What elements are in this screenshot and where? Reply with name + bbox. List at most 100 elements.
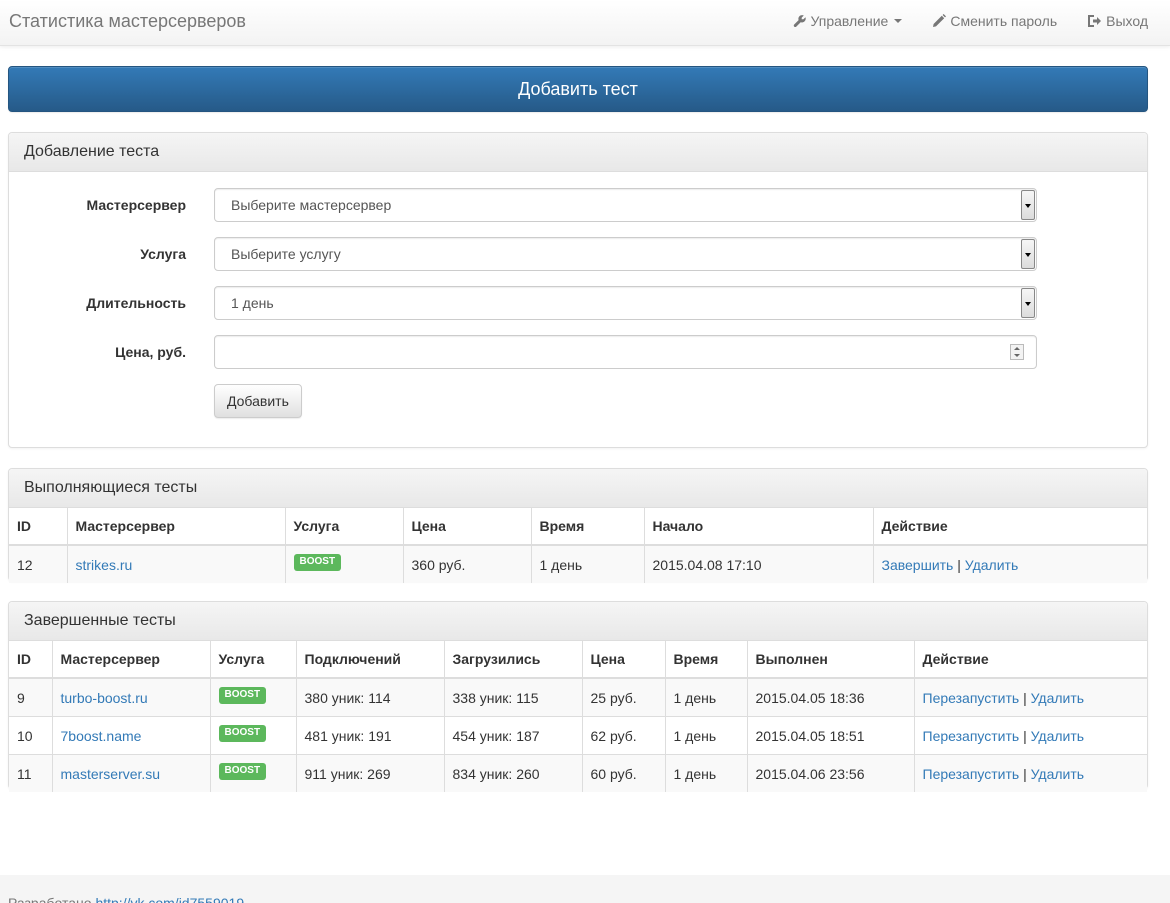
price-row: Цена, руб. <box>9 335 1149 369</box>
cell-actions: Перезапустить | Удалить <box>914 716 1147 755</box>
service-select[interactable]: Выберите услугу <box>214 237 1037 271</box>
column-header: Услуга <box>285 508 404 546</box>
cell-id: 10 <box>9 716 53 755</box>
service-badge: BOOST <box>293 553 342 571</box>
table-header-row: ID Мастерсервер Услуга Подключений Загру… <box>9 641 1147 679</box>
cell-id: 11 <box>9 754 53 792</box>
logout-icon <box>1088 15 1102 27</box>
cell-time: 1 день <box>665 716 748 755</box>
restart-link[interactable]: Перезапустить <box>923 728 1020 744</box>
cell-loaded: 454 уник: 187 <box>444 716 583 755</box>
price-input[interactable] <box>214 335 1037 369</box>
table-row: 11 masterserver.su BOOST 911 уник: 269 8… <box>9 754 1147 792</box>
column-header: ID <box>9 641 53 679</box>
cell-service: BOOST <box>210 677 297 717</box>
server-link[interactable]: strikes.ru <box>76 557 133 573</box>
server-link[interactable]: 7boost.name <box>61 728 142 744</box>
cell-id: 12 <box>9 544 68 583</box>
cell-actions: Перезапустить | Удалить <box>914 754 1147 792</box>
cell-service: BOOST <box>285 544 404 583</box>
column-header: Действие <box>914 641 1147 679</box>
logout-link[interactable]: Выход <box>1087 13 1148 29</box>
select-arrow-icon <box>1021 239 1035 269</box>
cell-connections: 380 уник: 114 <box>296 677 445 717</box>
running-tests-table: ID Мастерсервер Услуга Цена Время Начало… <box>9 508 1147 583</box>
service-label: Услуга <box>140 246 186 262</box>
pencil-icon <box>933 14 947 27</box>
cell-price: 62 руб. <box>582 716 666 755</box>
column-header: Начало <box>644 508 874 546</box>
cell-done: 2015.04.05 18:36 <box>747 677 915 717</box>
add-test-toggle-button[interactable]: Добавить тест <box>8 66 1148 112</box>
duration-row: Длительность 1 день <box>9 286 1149 320</box>
caret-down-icon <box>894 19 903 23</box>
server-link[interactable]: masterserver.su <box>61 766 161 782</box>
column-header: Загрузились <box>444 641 583 679</box>
restart-link[interactable]: Перезапустить <box>923 690 1020 706</box>
column-header: Услуга <box>210 641 297 679</box>
cell-server: strikes.ru <box>67 544 286 583</box>
restart-link[interactable]: Перезапустить <box>923 766 1020 782</box>
duration-select[interactable]: 1 день <box>214 286 1037 320</box>
wrench-icon <box>793 15 806 28</box>
footer-credit: Разработано <box>8 895 92 903</box>
column-header: ID <box>9 508 68 546</box>
finished-tests-title: Завершенные тесты <box>9 602 1147 641</box>
service-badge: BOOST <box>218 686 267 704</box>
column-header: Мастерсервер <box>52 641 211 679</box>
finish-link[interactable]: Завершить <box>882 557 954 573</box>
cell-service: BOOST <box>210 716 297 755</box>
cell-id: 9 <box>9 677 53 717</box>
delete-link[interactable]: Удалить <box>965 557 1018 573</box>
footer: Разработано http://vk.com/id7559019 <box>0 875 1170 903</box>
number-spinner-icon[interactable] <box>1010 344 1024 360</box>
action-separator: | <box>1023 727 1027 744</box>
column-header: Время <box>665 641 748 679</box>
column-header: Подключений <box>296 641 445 679</box>
running-tests-title: Выполняющиеся тесты <box>9 469 1147 508</box>
cell-time: 1 день <box>665 754 748 792</box>
server-link[interactable]: turbo-boost.ru <box>61 690 148 706</box>
column-header: Выполнен <box>747 641 915 679</box>
duration-label: Длительность <box>86 295 186 311</box>
cell-price: 25 руб. <box>582 677 666 717</box>
masterserver-label: Мастерсервер <box>86 197 186 213</box>
delete-link[interactable]: Удалить <box>1031 690 1084 706</box>
table-row: 12 strikes.ru BOOST 360 руб. 1 день 2015… <box>9 544 1147 583</box>
action-separator: | <box>1023 765 1027 782</box>
logout-label: Выход <box>1106 13 1148 29</box>
footer-author-link[interactable]: http://vk.com/id7559019 <box>95 895 244 903</box>
price-label: Цена, руб. <box>115 344 186 360</box>
cell-done: 2015.04.06 23:56 <box>747 754 915 792</box>
action-separator: | <box>1023 689 1027 706</box>
service-row: Услуга Выберите услугу <box>9 237 1149 271</box>
change-password-label: Сменить пароль <box>950 13 1058 29</box>
masterserver-select-value: Выберите мастерсервер <box>231 197 392 213</box>
service-badge: BOOST <box>218 762 267 780</box>
column-header: Действие <box>873 508 1147 546</box>
service-select-value: Выберите услугу <box>231 246 341 262</box>
finished-tests-panel: Завершенные тесты ID Мастерсервер Услуга… <box>8 601 1148 792</box>
submit-row: Добавить <box>9 384 1149 418</box>
masterserver-select[interactable]: Выберите мастерсервер <box>214 188 1037 222</box>
manage-dropdown[interactable]: Управление <box>793 13 903 29</box>
cell-time: 1 день <box>531 544 645 583</box>
delete-link[interactable]: Удалить <box>1031 766 1084 782</box>
table-row: 9 turbo-boost.ru BOOST 380 уник: 114 338… <box>9 677 1147 717</box>
add-submit-button[interactable]: Добавить <box>214 384 302 418</box>
cell-done: 2015.04.05 18:51 <box>747 716 915 755</box>
column-header: Цена <box>582 641 666 679</box>
cell-connections: 911 уник: 269 <box>296 754 445 792</box>
cell-price: 360 руб. <box>403 544 532 583</box>
column-header: Мастерсервер <box>67 508 286 546</box>
cell-actions: Перезапустить | Удалить <box>914 677 1147 717</box>
add-test-panel: Добавление теста Мастерсервер Выберите м… <box>8 132 1148 448</box>
brand-title[interactable]: Статистика мастерсерверов <box>9 11 246 32</box>
cell-connections: 481 уник: 191 <box>296 716 445 755</box>
service-badge: BOOST <box>218 724 267 742</box>
column-header: Цена <box>403 508 532 546</box>
delete-link[interactable]: Удалить <box>1031 728 1084 744</box>
cell-loaded: 338 уник: 115 <box>444 677 583 717</box>
change-password-link[interactable]: Сменить пароль <box>932 13 1057 29</box>
running-tests-panel: Выполняющиеся тесты ID Мастерсервер Услу… <box>8 468 1148 583</box>
